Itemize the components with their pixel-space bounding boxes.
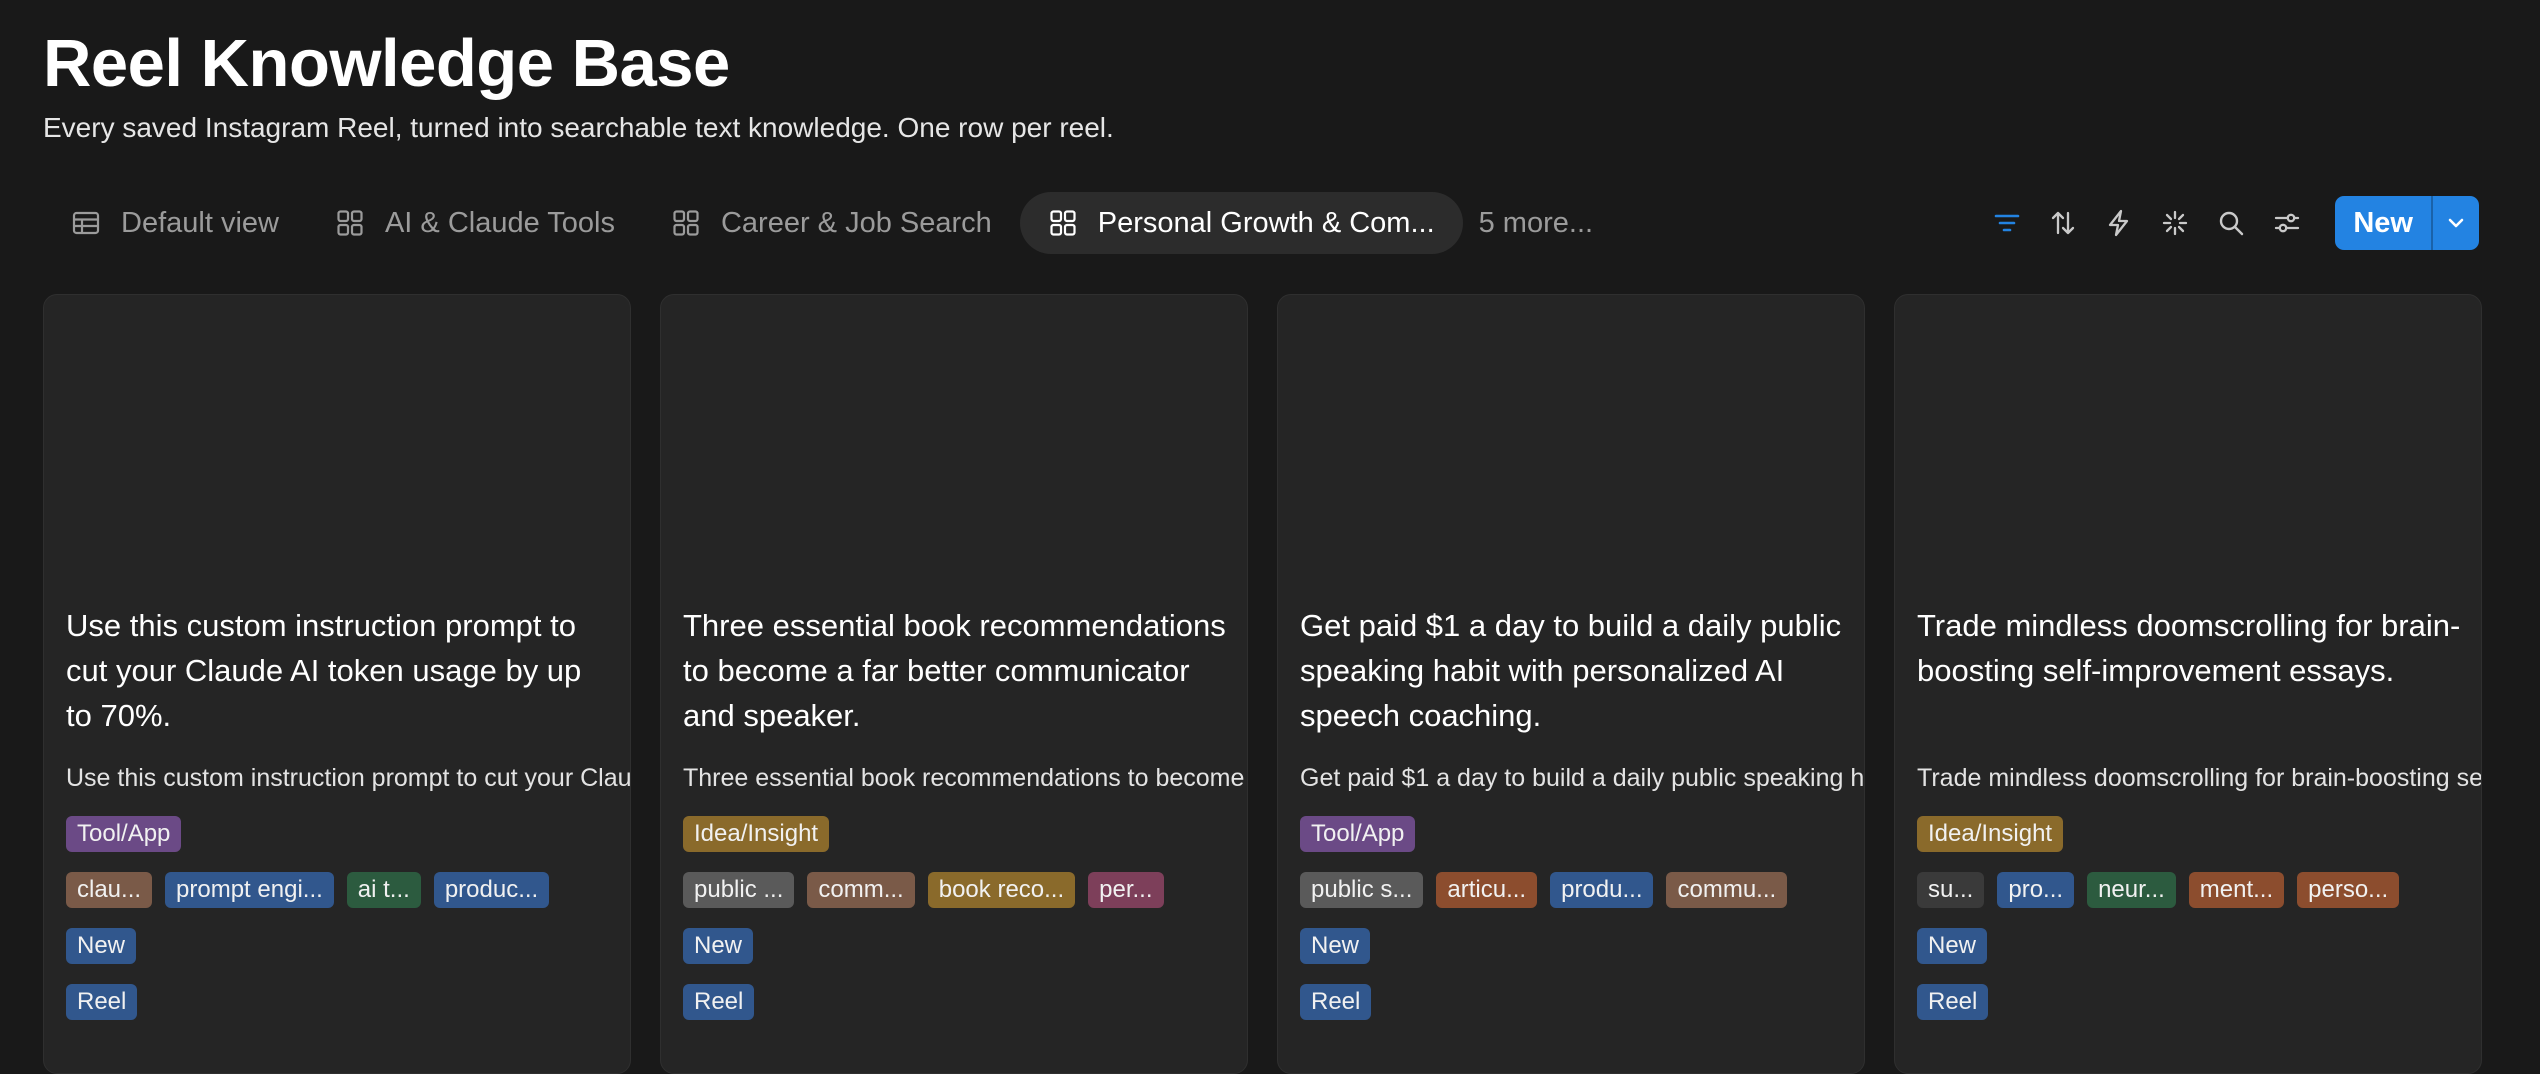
topic-tag: prompt engi... (165, 872, 334, 908)
chevron-down-icon (2448, 218, 2464, 228)
page-header: Reel Knowledge Base Every saved Instagra… (43, 22, 1114, 146)
ai-sparkle-icon (2161, 209, 2189, 237)
tags-row: public ... comm... book reco... per... (683, 872, 1164, 908)
filter-icon (1993, 209, 2021, 237)
table-icon (71, 208, 101, 238)
tab-ai-claude-tools[interactable]: AI & Claude Tools (307, 192, 643, 254)
card-cover (44, 295, 630, 595)
card-title: Three essential book recommendations to … (683, 608, 1226, 733)
type-row: Reel (66, 984, 138, 1020)
category-tag: Idea/Insight (1917, 816, 2064, 852)
tab-personal-growth[interactable]: Personal Growth & Com... (1019, 192, 1463, 254)
new-button-group: New (2335, 196, 2479, 250)
card-title: Get paid $1 a day to build a daily publi… (1300, 608, 1842, 733)
type-row: Reel (1917, 984, 1989, 1020)
tags-row: public s... articu... produ... commu... (1300, 872, 1788, 908)
new-button[interactable]: New (2335, 196, 2431, 250)
tab-label: Default view (121, 206, 279, 239)
topic-tag: su... (1917, 872, 1985, 908)
category-row: Tool/App (66, 816, 182, 852)
topic-tag: ai t... (346, 872, 421, 908)
tab-label: AI & Claude Tools (384, 206, 615, 239)
tab-label: Career & Job Search (720, 206, 992, 239)
automations-button[interactable] (2091, 196, 2147, 250)
card-description: Get paid $1 a day to build a daily publi… (1300, 764, 1864, 792)
card-description: Three essential book recommendations to … (683, 764, 1247, 792)
tags-row: su... pro... neur... ment... perso... (1917, 872, 2400, 908)
status-row: New (66, 928, 137, 964)
card-cover (661, 295, 1247, 595)
view-settings-button[interactable] (2259, 196, 2315, 250)
category-tag: Idea/Insight (683, 816, 830, 852)
card-cover (1278, 295, 1864, 595)
topic-tag: comm... (807, 872, 915, 908)
database-toolbar: New (1979, 196, 2479, 250)
card-title: Use this custom instruction prompt to cu… (66, 608, 582, 733)
topic-tag: produ... (1550, 872, 1654, 908)
type-tag: Reel (66, 984, 138, 1020)
filter-button[interactable] (1979, 196, 2035, 250)
category-tag: Tool/App (66, 816, 182, 852)
topic-tag: neur... (2087, 872, 2176, 908)
search-icon (2217, 209, 2245, 237)
card-description: Use this custom instruction prompt to cu… (66, 764, 630, 792)
status-tag: New (66, 928, 137, 964)
category-tag: Tool/App (1300, 816, 1416, 852)
type-row: Reel (1300, 984, 1372, 1020)
topic-tag: ment... (2188, 872, 2285, 908)
card-title: Trade mindless doomscrolling for brain-b… (1917, 608, 2461, 688)
card-cover (1895, 295, 2481, 595)
category-row: Idea/Insight (1917, 816, 2064, 852)
status-tag: New (1917, 928, 1988, 964)
gallery-icon (335, 208, 365, 238)
card-description: Trade mindless doomscrolling for brain-b… (1917, 764, 2481, 792)
ai-autofill-button[interactable] (2147, 196, 2203, 250)
page-title: Reel Knowledge Base (43, 26, 730, 101)
view-tabs: Default view AI & Claude Tools Career & … (43, 190, 1609, 256)
gallery-icon (1048, 208, 1078, 238)
more-views-button[interactable]: 5 more... (1463, 207, 1609, 240)
settings-sliders-icon (2273, 209, 2301, 237)
search-button[interactable] (2203, 196, 2259, 250)
status-tag: New (1300, 928, 1371, 964)
page-description: Every saved Instagram Reel, turned into … (43, 112, 1114, 143)
type-tag: Reel (1300, 984, 1372, 1020)
topic-tag: book reco... (927, 872, 1076, 908)
topic-tag: per... (1088, 872, 1164, 908)
status-row: New (683, 928, 754, 964)
topic-tag: produc... (433, 872, 550, 908)
status-row: New (1917, 928, 1988, 964)
category-row: Tool/App (1300, 816, 1416, 852)
tags-row: clau... prompt engi... ai t... produc... (66, 872, 550, 908)
topic-tag: pro... (1997, 872, 2075, 908)
status-row: New (1300, 928, 1371, 964)
category-row: Idea/Insight (683, 816, 830, 852)
gallery-card[interactable]: Get paid $1 a day to build a daily publi… (1277, 294, 1865, 1074)
type-tag: Reel (683, 984, 755, 1020)
type-row: Reel (683, 984, 755, 1020)
sort-icon (2049, 209, 2077, 237)
sort-button[interactable] (2035, 196, 2091, 250)
status-tag: New (683, 928, 754, 964)
gallery-card[interactable]: Use this custom instruction prompt to cu… (43, 294, 631, 1074)
gallery-card[interactable]: Three essential book recommendations to … (660, 294, 1248, 1074)
topic-tag: public s... (1300, 872, 1424, 908)
topic-tag: perso... (2297, 872, 2400, 908)
gallery-icon (671, 208, 701, 238)
topic-tag: clau... (66, 872, 153, 908)
gallery-card[interactable]: Trade mindless doomscrolling for brain-b… (1894, 294, 2482, 1074)
new-dropdown-button[interactable] (2431, 196, 2479, 250)
tab-label: Personal Growth & Com... (1097, 206, 1435, 239)
topic-tag: articu... (1436, 872, 1538, 908)
automation-icon (2105, 209, 2133, 237)
topic-tag: commu... (1666, 872, 1788, 908)
type-tag: Reel (1917, 984, 1989, 1020)
tab-career-job-search[interactable]: Career & Job Search (643, 192, 1020, 254)
tab-default-view[interactable]: Default view (43, 192, 307, 254)
topic-tag: public ... (683, 872, 795, 908)
